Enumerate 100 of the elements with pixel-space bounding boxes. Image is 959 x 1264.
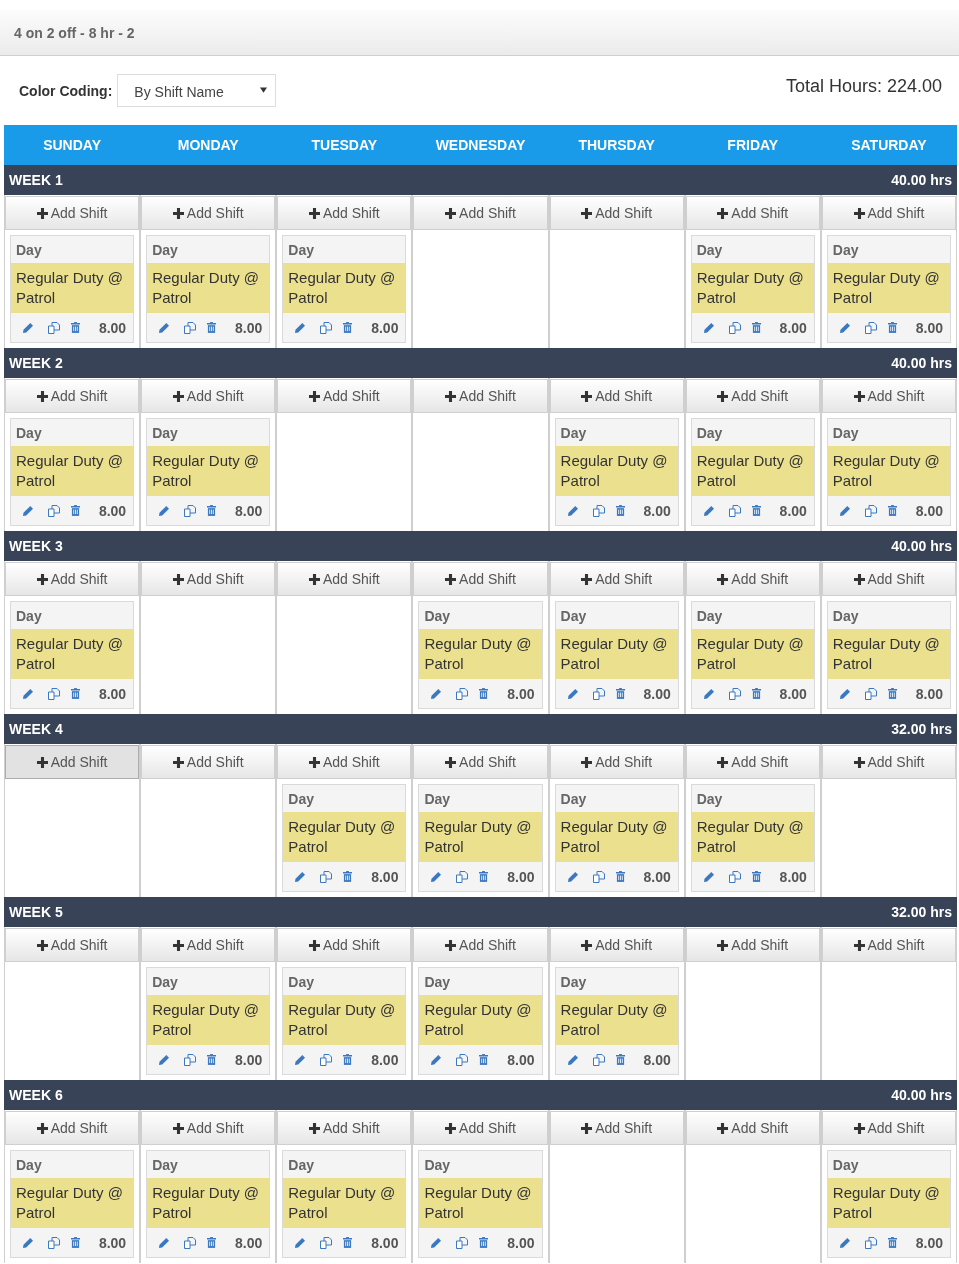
add-shift-button[interactable]: Add Shift bbox=[549, 1111, 684, 1145]
edit-icon[interactable] bbox=[431, 871, 442, 882]
shift-card[interactable]: Day Regular Duty @ Patrol 8.00 bbox=[10, 235, 135, 343]
shift-card[interactable]: Day Regular Duty @ Patrol 8.00 bbox=[826, 235, 951, 343]
shift-card[interactable]: Day Regular Duty @ Patrol 8.00 bbox=[554, 967, 679, 1075]
copy-icon[interactable] bbox=[864, 504, 877, 517]
shift-card[interactable]: Day Regular Duty @ Patrol 8.00 bbox=[554, 601, 679, 709]
copy-icon[interactable] bbox=[728, 870, 741, 883]
add-shift-button[interactable]: Add Shift bbox=[549, 379, 684, 413]
add-shift-button[interactable]: Add Shift bbox=[549, 745, 684, 779]
shift-card[interactable]: Day Regular Duty @ Patrol 8.00 bbox=[10, 601, 135, 709]
shift-card[interactable]: Day Regular Duty @ Patrol 8.00 bbox=[418, 601, 543, 709]
edit-icon[interactable] bbox=[23, 505, 33, 516]
copy-icon[interactable] bbox=[592, 687, 605, 700]
shift-card[interactable]: Day Regular Duty @ Patrol 8.00 bbox=[690, 418, 815, 526]
trash-icon[interactable] bbox=[207, 322, 217, 333]
copy-icon[interactable] bbox=[184, 1053, 197, 1066]
shift-card[interactable]: Day Regular Duty @ Patrol 8.00 bbox=[146, 235, 271, 343]
copy-icon[interactable] bbox=[48, 504, 60, 517]
trash-icon[interactable] bbox=[615, 505, 625, 516]
add-shift-button[interactable]: Add Shift bbox=[413, 562, 548, 596]
edit-icon[interactable] bbox=[159, 1054, 170, 1065]
edit-icon[interactable] bbox=[295, 1054, 306, 1065]
add-shift-button[interactable]: Add Shift bbox=[141, 1111, 276, 1145]
trash-icon[interactable] bbox=[887, 505, 897, 516]
shift-card[interactable]: Day Regular Duty @ Patrol 8.00 bbox=[282, 235, 407, 343]
add-shift-button[interactable]: Add Shift bbox=[549, 928, 684, 962]
copy-icon[interactable] bbox=[592, 870, 605, 883]
trash-icon[interactable] bbox=[479, 1237, 489, 1248]
add-shift-button[interactable]: Add Shift bbox=[685, 928, 820, 962]
add-shift-button[interactable]: Add Shift bbox=[277, 745, 412, 779]
copy-icon[interactable] bbox=[456, 1053, 469, 1066]
add-shift-button[interactable]: Add Shift bbox=[141, 928, 276, 962]
add-shift-button[interactable]: Add Shift bbox=[413, 379, 548, 413]
shift-card[interactable]: Day Regular Duty @ Patrol 8.00 bbox=[690, 601, 815, 709]
trash-icon[interactable] bbox=[343, 322, 353, 333]
add-shift-button[interactable]: Add Shift bbox=[821, 1111, 956, 1145]
edit-icon[interactable] bbox=[159, 1237, 170, 1248]
shift-card[interactable]: Day Regular Duty @ Patrol 8.00 bbox=[10, 418, 135, 526]
add-shift-button[interactable]: Add Shift bbox=[5, 196, 140, 230]
trash-icon[interactable] bbox=[887, 322, 897, 333]
copy-icon[interactable] bbox=[864, 1236, 877, 1249]
shift-card[interactable]: Day Regular Duty @ Patrol 8.00 bbox=[146, 418, 271, 526]
add-shift-button[interactable]: Add Shift bbox=[277, 562, 412, 596]
shift-card[interactable]: Day Regular Duty @ Patrol 8.00 bbox=[146, 967, 271, 1075]
add-shift-button[interactable]: Add Shift bbox=[5, 379, 140, 413]
trash-icon[interactable] bbox=[615, 688, 625, 699]
trash-icon[interactable] bbox=[479, 1054, 489, 1065]
add-shift-button[interactable]: Add Shift bbox=[277, 196, 412, 230]
edit-icon[interactable] bbox=[567, 1054, 578, 1065]
add-shift-button[interactable]: Add Shift bbox=[5, 562, 140, 596]
shift-card[interactable]: Day Regular Duty @ Patrol 8.00 bbox=[826, 418, 951, 526]
add-shift-button[interactable]: Add Shift bbox=[821, 745, 956, 779]
edit-icon[interactable] bbox=[703, 322, 714, 333]
add-shift-button[interactable]: Add Shift bbox=[141, 562, 276, 596]
trash-icon[interactable] bbox=[207, 1054, 217, 1065]
add-shift-button[interactable]: Add Shift bbox=[413, 196, 548, 230]
add-shift-button[interactable]: Add Shift bbox=[413, 928, 548, 962]
edit-icon[interactable] bbox=[567, 505, 578, 516]
add-shift-button[interactable]: Add Shift bbox=[821, 562, 956, 596]
shift-card[interactable]: Day Regular Duty @ Patrol 8.00 bbox=[690, 235, 815, 343]
edit-icon[interactable] bbox=[431, 688, 442, 699]
shift-card[interactable]: Day Regular Duty @ Patrol 8.00 bbox=[282, 967, 407, 1075]
copy-icon[interactable] bbox=[456, 687, 469, 700]
shift-card[interactable]: Day Regular Duty @ Patrol 8.00 bbox=[554, 784, 679, 892]
trash-icon[interactable] bbox=[751, 688, 761, 699]
copy-icon[interactable] bbox=[456, 870, 469, 883]
trash-icon[interactable] bbox=[479, 871, 489, 882]
edit-icon[interactable] bbox=[703, 688, 714, 699]
color-coding-select[interactable]: By Shift Name bbox=[117, 74, 277, 107]
add-shift-button[interactable]: Add Shift bbox=[821, 379, 956, 413]
add-shift-button[interactable]: Add Shift bbox=[5, 1111, 140, 1145]
shift-card[interactable]: Day Regular Duty @ Patrol 8.00 bbox=[282, 784, 407, 892]
copy-icon[interactable] bbox=[592, 504, 605, 517]
add-shift-button[interactable]: Add Shift bbox=[277, 379, 412, 413]
edit-icon[interactable] bbox=[159, 505, 170, 516]
trash-icon[interactable] bbox=[751, 505, 761, 516]
add-shift-button[interactable]: Add Shift bbox=[821, 928, 956, 962]
trash-icon[interactable] bbox=[751, 322, 761, 333]
copy-icon[interactable] bbox=[320, 321, 333, 334]
shift-card[interactable]: Day Regular Duty @ Patrol 8.00 bbox=[146, 1150, 271, 1258]
shift-card[interactable]: Day Regular Duty @ Patrol 8.00 bbox=[690, 784, 815, 892]
shift-card[interactable]: Day Regular Duty @ Patrol 8.00 bbox=[826, 1150, 951, 1258]
copy-icon[interactable] bbox=[728, 504, 741, 517]
shift-card[interactable]: Day Regular Duty @ Patrol 8.00 bbox=[826, 601, 951, 709]
edit-icon[interactable] bbox=[839, 322, 850, 333]
edit-icon[interactable] bbox=[295, 1237, 306, 1248]
add-shift-button[interactable]: Add Shift bbox=[549, 196, 684, 230]
copy-icon[interactable] bbox=[184, 321, 197, 334]
add-shift-button[interactable]: Add Shift bbox=[141, 379, 276, 413]
copy-icon[interactable] bbox=[728, 687, 741, 700]
trash-icon[interactable] bbox=[71, 1237, 80, 1248]
shift-card[interactable]: Day Regular Duty @ Patrol 8.00 bbox=[10, 1150, 135, 1258]
add-shift-button[interactable]: Add Shift bbox=[413, 745, 548, 779]
copy-icon[interactable] bbox=[456, 1236, 469, 1249]
edit-icon[interactable] bbox=[567, 871, 578, 882]
shift-card[interactable]: Day Regular Duty @ Patrol 8.00 bbox=[418, 1150, 543, 1258]
shift-card[interactable]: Day Regular Duty @ Patrol 8.00 bbox=[554, 418, 679, 526]
add-shift-button[interactable]: Add Shift bbox=[5, 928, 140, 962]
edit-icon[interactable] bbox=[839, 1237, 850, 1248]
